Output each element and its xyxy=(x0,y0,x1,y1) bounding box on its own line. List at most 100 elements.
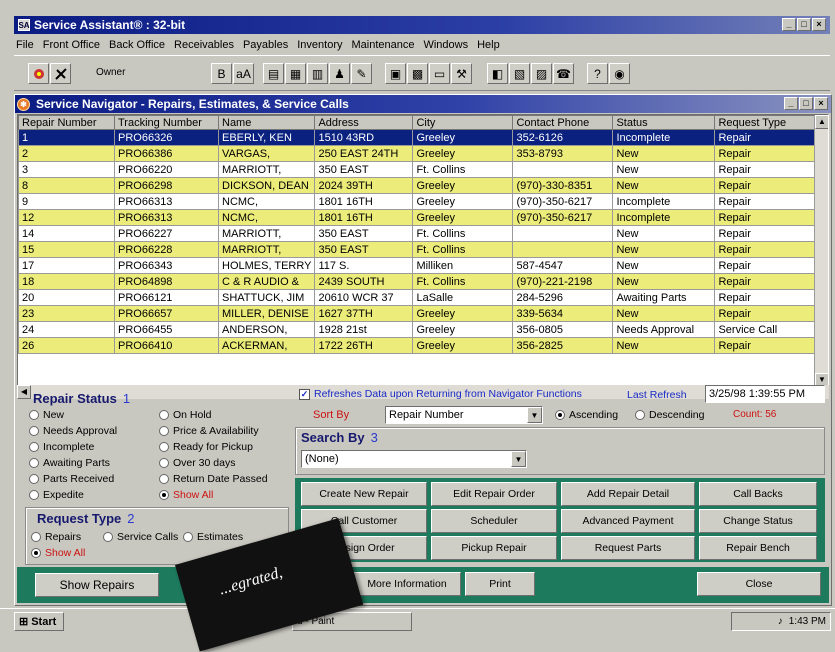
menu-back-office[interactable]: Back Office xyxy=(109,39,165,51)
filter-radio-option[interactable]: Show All xyxy=(159,489,213,501)
grid-icon[interactable]: ▩ xyxy=(407,63,428,84)
table-row[interactable]: 26 PRO66410 ACKERMAN, 1722 26TH Greeley 356-2… xyxy=(18,337,816,354)
ascending-radio[interactable]: Ascending xyxy=(555,409,618,421)
table-row[interactable]: 15 PRO66228 MARRIOTT, 350 EAST Ft. Collins Ne… xyxy=(18,241,816,258)
table-row[interactable]: 14 PRO66227 MARRIOTT, 350 EAST Ft. Collins Ne… xyxy=(18,225,816,242)
menu-inventory[interactable]: Inventory xyxy=(297,39,342,51)
table-row[interactable]: 24 PRO66455 ANDERSON, 1928 21st Greeley 356-0… xyxy=(18,321,816,338)
menu-payables[interactable]: Payables xyxy=(243,39,288,51)
filter-radio-option[interactable]: Estimates xyxy=(183,531,243,543)
doc-icon[interactable]: ▤ xyxy=(263,63,284,84)
menu-receivables[interactable]: Receivables xyxy=(174,39,234,51)
table-row[interactable]: 12 PRO66313 NCMC, 1801 16TH Greeley (970)-350… xyxy=(18,209,816,226)
pickup-repair-button[interactable]: Pickup Repair xyxy=(431,536,557,560)
chevron-down-icon[interactable]: ▼ xyxy=(511,451,526,467)
menu-file[interactable]: File xyxy=(16,39,34,51)
table-row[interactable]: 20 PRO66121 SHATTUCK, JIM 20610 WCR 37 LaSal… xyxy=(18,289,816,306)
change-status-button[interactable]: Change Status xyxy=(699,509,817,533)
table-row[interactable]: 1 PRO66326 EBERLY, KEN 1510 43RD Greeley 352-… xyxy=(18,129,816,146)
filter-radio-option[interactable]: Expedite xyxy=(29,489,84,501)
repairs-grid[interactable]: Repair Number Tracking Number Name Addre… xyxy=(17,114,829,386)
edit-icon[interactable]: ✎ xyxy=(351,63,372,84)
table-row[interactable]: 9 PRO66313 NCMC, 1801 16TH Greeley (970)-350-… xyxy=(18,193,816,210)
col-header-city[interactable]: City xyxy=(412,115,514,130)
people-icon[interactable]: ♟ xyxy=(329,63,350,84)
minimize-button[interactable]: _ xyxy=(782,18,796,31)
grid-vertical-scrollbar[interactable]: ▲ ▼ xyxy=(814,115,828,385)
nav-close-button[interactable]: × xyxy=(814,97,828,110)
image-icon[interactable]: ▣ xyxy=(385,63,406,84)
col-header-address[interactable]: Address xyxy=(314,115,414,130)
col-header-status[interactable]: Status xyxy=(612,115,716,130)
edit-repair-order-button[interactable]: Edit Repair Order xyxy=(431,482,557,506)
col-header-name[interactable]: Name xyxy=(217,115,316,130)
chart-icon[interactable]: ▥ xyxy=(307,63,328,84)
filter-radio-option[interactable]: Service Calls xyxy=(103,531,178,543)
bold-letter-icon[interactable]: B xyxy=(211,63,232,84)
col-header-request-type[interactable]: Request Type xyxy=(714,115,816,130)
tools-icon[interactable] xyxy=(50,63,71,84)
table-row[interactable]: 2 PRO66386 VARGAS, 250 EAST 24TH Greeley 353-… xyxy=(18,145,816,162)
table-row[interactable]: 8 PRO66298 DICKSON, DEAN 2024 39TH Greeley (9… xyxy=(18,177,816,194)
filter-radio-option[interactable]: Repairs xyxy=(31,531,81,543)
menu-maintenance[interactable]: Maintenance xyxy=(351,39,414,51)
add-repair-detail-button[interactable]: Add Repair Detail xyxy=(561,482,695,506)
print-button[interactable]: Print xyxy=(465,572,535,596)
filter-radio-option[interactable]: Incomplete xyxy=(29,441,94,453)
col-header-tracking-number[interactable]: Tracking Number xyxy=(114,115,219,130)
repair-bench-button[interactable]: Repair Bench xyxy=(699,536,817,560)
refresh-checkbox[interactable]: ✓ xyxy=(299,388,310,400)
book-icon[interactable]: ▨ xyxy=(531,63,552,84)
scheduler-button[interactable]: Scheduler xyxy=(431,509,557,533)
phone-icon[interactable]: ☎ xyxy=(553,63,574,84)
wrench-icon[interactable]: ⚒ xyxy=(451,63,472,84)
close-window-button[interactable]: × xyxy=(812,18,826,31)
filter-radio-option[interactable]: Ready for Pickup xyxy=(159,441,253,453)
close-button[interactable]: Close xyxy=(697,572,821,596)
nav-minimize-button[interactable]: _ xyxy=(784,97,798,110)
stack-icon[interactable]: ◧ xyxy=(487,63,508,84)
filter-radio-option[interactable]: Show All xyxy=(31,547,85,559)
clipboard-icon[interactable]: ▧ xyxy=(509,63,530,84)
table-row[interactable]: 17 PRO66343 HOLMES, TERRY 117 S. Milliken 587… xyxy=(18,257,816,274)
scroll-up-arrow-icon[interactable]: ▲ xyxy=(815,115,828,129)
table-row[interactable]: 18 PRO64898 C & R AUDIO & 2439 SOUTH Ft. Col… xyxy=(18,273,816,290)
call-backs-button[interactable]: Call Backs xyxy=(699,482,817,506)
filter-radio-option[interactable]: On Hold xyxy=(159,409,212,421)
filter-radio-option[interactable]: New xyxy=(29,409,64,421)
start-button[interactable]: ⊞ Start xyxy=(14,612,64,631)
sort-by-select[interactable]: Repair Number ▼ xyxy=(385,406,543,424)
filter-radio-option[interactable]: Awaiting Parts xyxy=(29,457,110,469)
table-row[interactable]: 23 PRO66657 MILLER, DENISE 1627 37TH Greeley… xyxy=(18,305,816,322)
nav-maximize-button[interactable]: □ xyxy=(799,97,813,110)
scroll-left-arrow-icon[interactable]: ◀ xyxy=(17,385,31,399)
aa-icon[interactable]: aA xyxy=(233,63,254,84)
filter-radio-option[interactable]: Price & Availability xyxy=(159,425,259,437)
create-new-repair-button[interactable]: Create New Repair xyxy=(301,482,427,506)
owner-icon[interactable] xyxy=(28,63,49,84)
filter-radio-option[interactable]: Over 30 days xyxy=(159,457,235,469)
show-repairs-button[interactable]: Show Repairs xyxy=(35,573,159,597)
advanced-payment-button[interactable]: Advanced Payment xyxy=(561,509,695,533)
question-icon[interactable]: ? xyxy=(587,63,608,84)
filter-radio-option[interactable]: Needs Approval xyxy=(29,425,117,437)
menu-front-office[interactable]: Front Office xyxy=(43,39,100,51)
search-by-select[interactable]: (None) ▼ xyxy=(301,450,527,468)
request-parts-button[interactable]: Request Parts xyxy=(561,536,695,560)
doc2-icon[interactable]: ▦ xyxy=(285,63,306,84)
circle-icon[interactable]: ◉ xyxy=(609,63,630,84)
descending-radio[interactable]: Descending xyxy=(635,409,704,421)
menu-help[interactable]: Help xyxy=(477,39,500,51)
filter-radio-option[interactable]: Return Date Passed xyxy=(159,473,268,485)
refresh-option[interactable]: ✓ Refreshes Data upon Returning from Nav… xyxy=(299,388,582,400)
more-information-button[interactable]: More Information xyxy=(353,572,461,596)
filter-radio-option[interactable]: Parts Received xyxy=(29,473,114,485)
menu-windows[interactable]: Windows xyxy=(423,39,468,51)
window-icon[interactable]: ▭ xyxy=(429,63,450,84)
maximize-button[interactable]: □ xyxy=(797,18,811,31)
chevron-down-icon[interactable]: ▼ xyxy=(527,407,542,423)
col-header-contact-phone[interactable]: Contact Phone xyxy=(512,115,614,130)
col-header-repair-number[interactable]: Repair Number xyxy=(18,115,115,130)
table-row[interactable]: 3 PRO66220 MARRIOTT, 350 EAST Ft. Collins New… xyxy=(18,161,816,178)
speaker-icon[interactable]: ♪ xyxy=(778,616,783,627)
